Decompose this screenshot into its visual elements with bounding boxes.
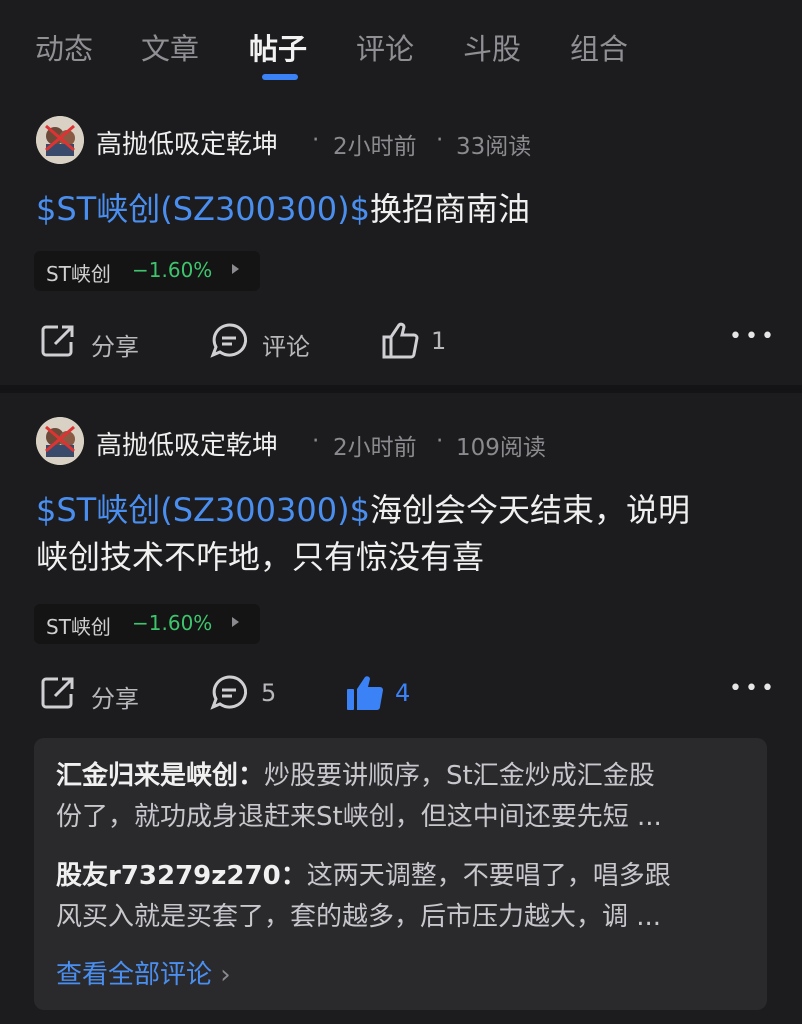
tab-dynamics[interactable]: 动态 <box>35 26 93 68</box>
comment-text-line1: 这两天调整，不要唱了，唱多跟 <box>306 861 671 891</box>
tab-stock-battle[interactable]: 斗股 <box>463 26 521 68</box>
stock-change: −1.60% <box>132 611 213 635</box>
post-time: 2小时前 <box>333 435 417 461</box>
stock-change: −1.60% <box>132 258 213 282</box>
comment-item[interactable]: 汇金归来是峡创：炒股要讲顺序，St汇金炒成汇金股 份了，就功成身退赶来St峡创，… <box>56 756 756 838</box>
author-name[interactable]: 高抛低吸定乾坤 <box>96 124 278 161</box>
like-count: 4 <box>395 679 411 707</box>
post-text-line1: 海创会今天结束，说明 <box>369 491 690 529</box>
comments-preview: 汇金归来是峡创：炒股要讲顺序，St汇金炒成汇金股 份了，就功成身退赶来St峡创，… <box>34 738 767 1010</box>
chevron-right-icon <box>232 264 239 274</box>
tab-comments[interactable]: 评论 <box>356 26 414 68</box>
thumbs-up-filled-icon[interactable] <box>344 673 386 713</box>
chevron-right-icon: › <box>220 960 231 990</box>
meta-separator: · <box>312 428 320 454</box>
read-count: 109阅读 <box>456 435 546 461</box>
stock-name: ST峡创 <box>46 615 111 639</box>
comment-text-line2: 份了，就功成身退赶来St峡创，但这中间还要先短 ... <box>56 802 662 832</box>
stock-chip[interactable]: ST峡创 −1.60% <box>34 604 260 644</box>
like-count: 1 <box>431 327 447 355</box>
comment-user[interactable]: 汇金归来是峡创 <box>56 761 238 791</box>
avatar[interactable] <box>36 417 84 465</box>
share-button[interactable]: 分享 <box>91 679 139 714</box>
more-options-icon[interactable]: ••• <box>729 324 777 349</box>
avatar-image <box>36 116 84 164</box>
avatar[interactable] <box>36 116 84 164</box>
comment-text-line2: 风买入就是买套了，套的越多，后市压力越大，调 ... <box>56 902 662 932</box>
stock-name: ST峡创 <box>46 262 111 286</box>
thumbs-up-icon[interactable] <box>380 321 420 361</box>
active-tab-indicator <box>262 74 298 80</box>
comment-text-line1: 炒股要讲顺序，St汇金炒成汇金股 <box>264 761 655 791</box>
tab-articles[interactable]: 文章 <box>141 26 199 68</box>
author-name[interactable]: 高抛低吸定乾坤 <box>96 425 278 462</box>
share-button[interactable]: 分享 <box>91 327 139 362</box>
stock-tag-link[interactable]: $ST峡创(SZ300300)$ <box>36 491 370 529</box>
share-icon[interactable] <box>38 673 78 713</box>
stock-tag-link[interactable]: $ST峡创(SZ300300)$ <box>36 190 370 228</box>
read-count: 33阅读 <box>456 134 532 160</box>
meta-separator: · <box>312 127 320 153</box>
comment-count[interactable]: 5 <box>261 679 276 707</box>
more-options-icon[interactable]: ••• <box>729 676 777 701</box>
post-content[interactable]: $ST峡创(SZ300300)$换招商南油 <box>36 186 766 233</box>
tab-portfolio[interactable]: 组合 <box>570 26 628 68</box>
post-text-line2: 峡创技术不咋地，只有惊没有喜 <box>36 538 485 576</box>
tab-posts[interactable]: 帖子 <box>249 26 307 68</box>
tab-bar: 动态 文章 帖子 评论 斗股 组合 <box>0 0 802 90</box>
comment-item[interactable]: 股友r73279z270：这两天调整，不要唱了，唱多跟 风买入就是买套了，套的越… <box>56 856 756 938</box>
post-text: 换招商南油 <box>369 190 530 228</box>
meta-separator: · <box>436 127 444 153</box>
stock-chip[interactable]: ST峡创 −1.60% <box>34 251 260 291</box>
comment-button[interactable]: 评论 <box>262 327 310 362</box>
comment-user[interactable]: 股友r73279z270 <box>56 861 281 891</box>
chevron-right-icon <box>232 617 239 627</box>
comment-icon[interactable] <box>209 321 249 361</box>
share-icon[interactable] <box>38 321 78 361</box>
post-time: 2小时前 <box>333 134 417 160</box>
meta-separator: · <box>436 428 444 454</box>
post-divider <box>0 385 802 393</box>
view-all-comments-link[interactable]: 查看全部评论 › <box>56 954 231 991</box>
comment-icon[interactable] <box>209 673 249 713</box>
post-content[interactable]: $ST峡创(SZ300300)$海创会今天结束，说明 峡创技术不咋地，只有惊没有… <box>36 487 766 581</box>
avatar-image <box>36 417 84 465</box>
